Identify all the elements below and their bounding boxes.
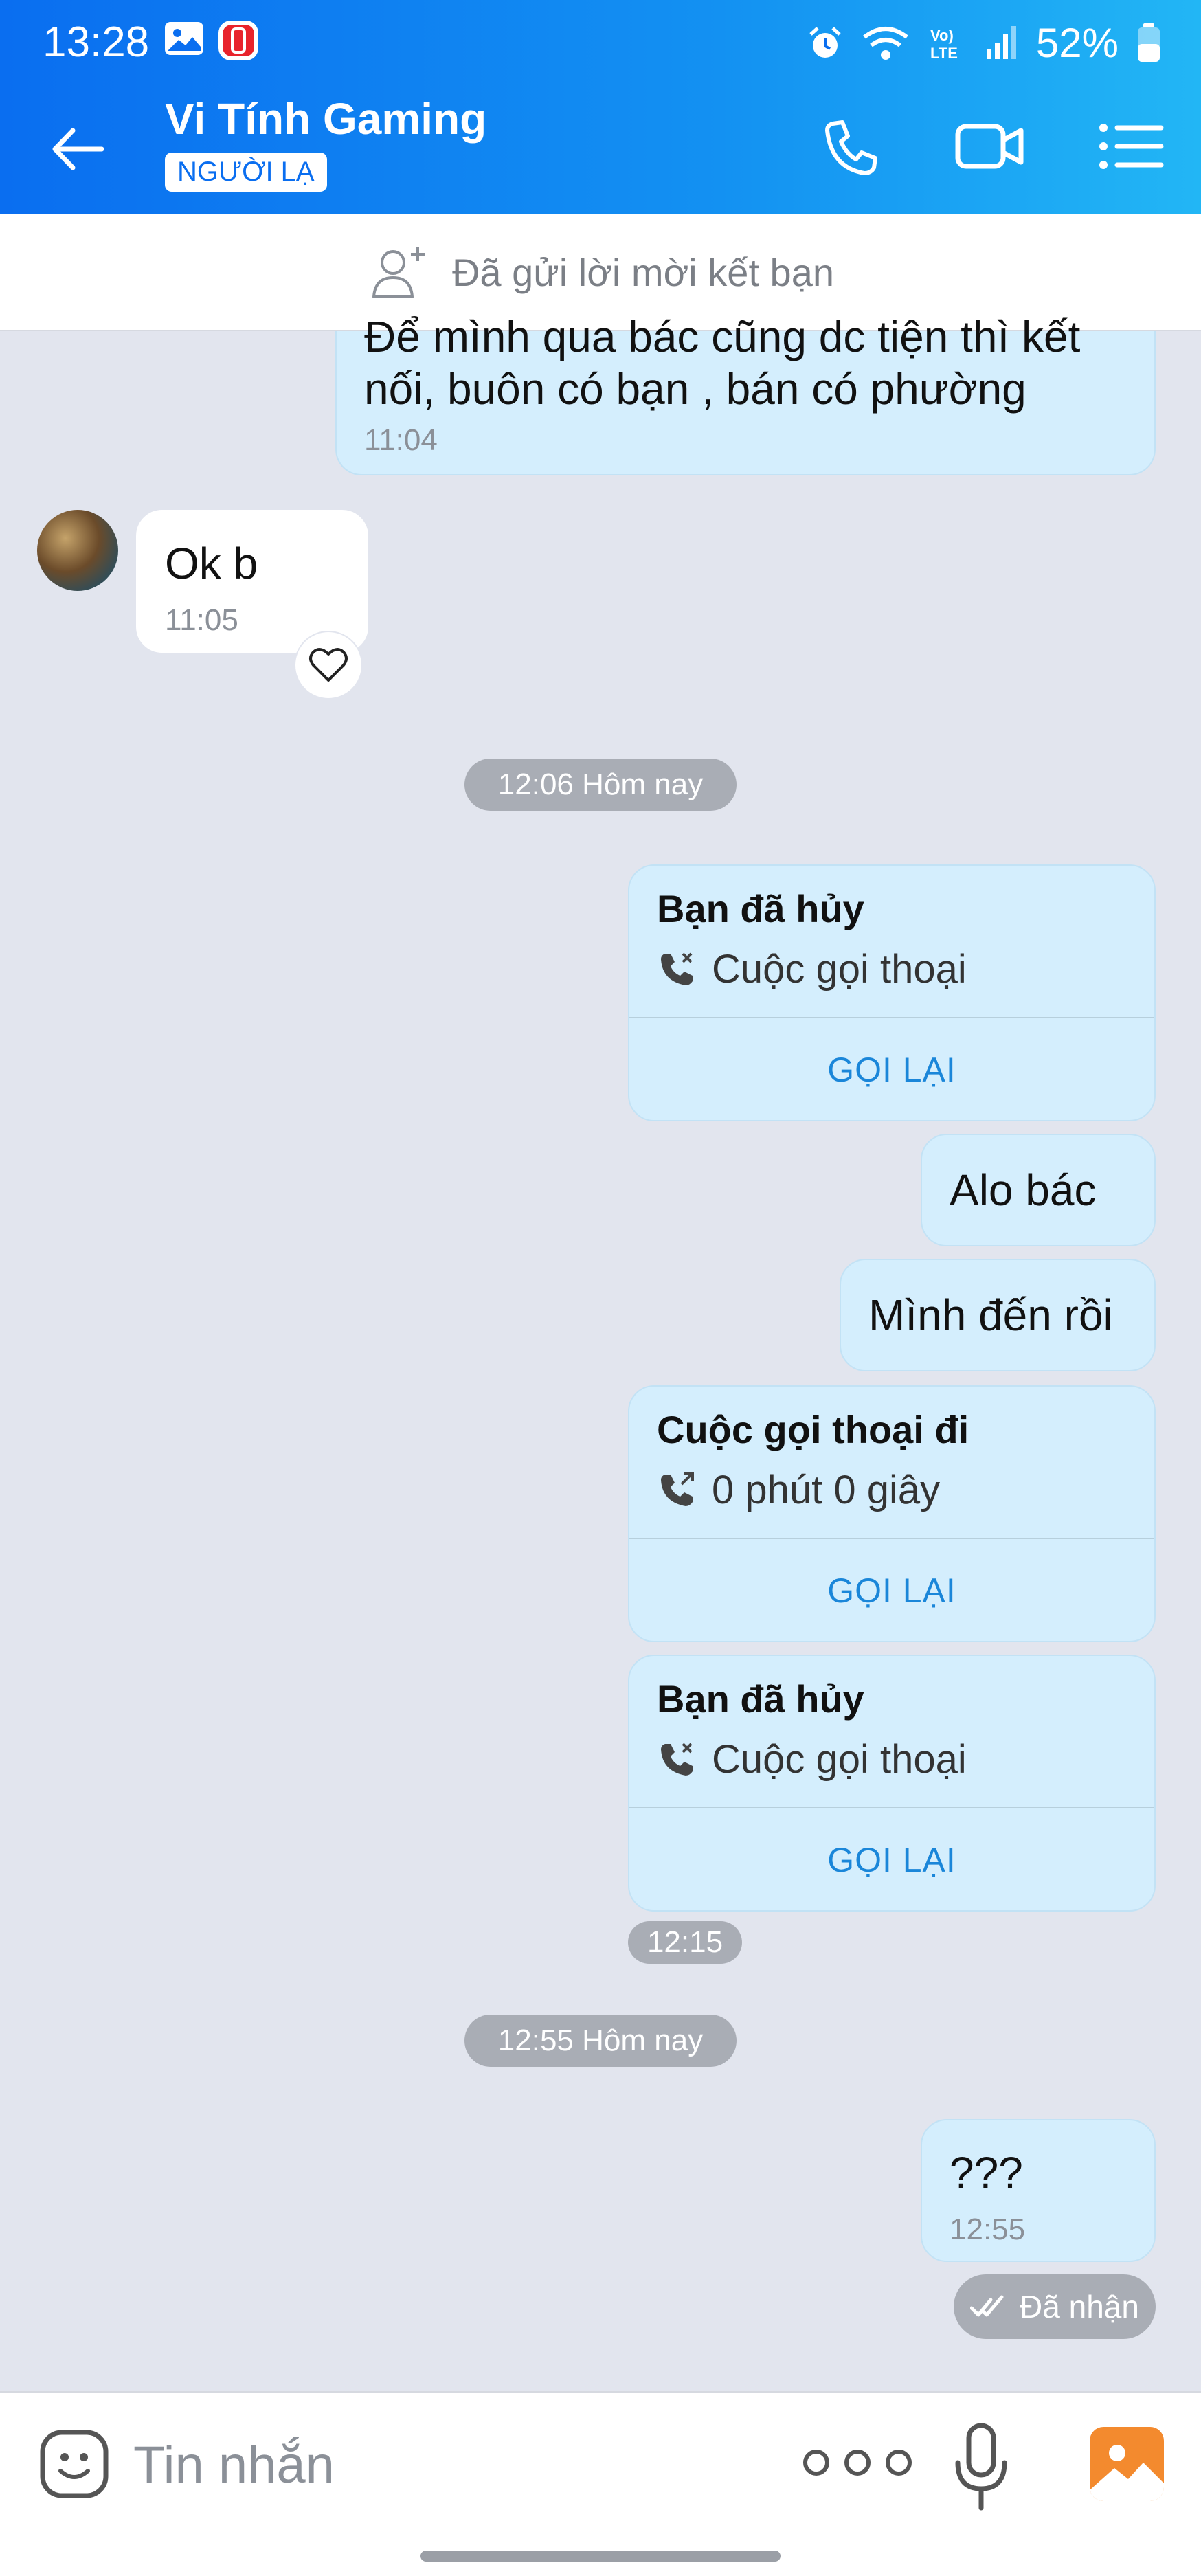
battery-percent: 52% — [1035, 20, 1119, 66]
call-detail: Cuộc gọi thoại — [712, 1737, 967, 1782]
date-separator: 12:55 Hôm nay — [464, 2015, 737, 2067]
message-text: Mình đến rồi — [868, 1290, 1113, 1340]
message-bubble-outgoing[interactable]: ??? 12:55 — [921, 2119, 1156, 2262]
call-back-button[interactable]: GỌI LẠI — [629, 1539, 1154, 1641]
delivery-status: Đã nhận — [954, 2274, 1156, 2339]
stranger-badge: NGƯỜI LẠ — [165, 153, 327, 192]
message-text: Để mình qua bác cũng dc tiện thì kết — [364, 312, 1081, 361]
missed-call-icon — [661, 1743, 693, 1776]
call-back-button[interactable]: GỌI LẠI — [629, 1018, 1154, 1120]
heart-icon — [309, 648, 348, 682]
call-title: Bạn đã hủy — [657, 1677, 864, 1721]
svg-text:Vo): Vo) — [930, 27, 954, 44]
menu-list-icon[interactable] — [1090, 109, 1172, 184]
call-card: Bạn đã hủy Cuộc gọi thoại GỌI LẠI — [628, 1655, 1156, 1912]
missed-call-icon — [661, 952, 693, 985]
svg-text:LTE: LTE — [930, 45, 958, 62]
avatar[interactable] — [37, 510, 118, 591]
message-input[interactable]: Tin nhắn — [133, 2435, 335, 2495]
delivery-status-text: Đã nhận — [1020, 2289, 1139, 2325]
app-notification-icon — [217, 19, 260, 65]
message-time: 11:04 — [364, 423, 438, 457]
voice-call-icon[interactable] — [811, 109, 893, 184]
emoji-sticker-icon[interactable] — [37, 2427, 111, 2501]
call-card: Cuộc gọi thoại đi 0 phút 0 giây GỌI LẠI — [628, 1385, 1156, 1642]
video-call-icon[interactable] — [948, 109, 1031, 184]
photo-gallery-icon[interactable] — [1090, 2427, 1164, 2501]
status-bar: 13:28 Vo) LTE 52% — [0, 0, 1201, 74]
status-time: 13:28 — [43, 19, 150, 66]
outgoing-call-icon — [661, 1471, 694, 1506]
contact-name[interactable]: Vi Tính Gaming — [165, 93, 486, 144]
message-bubble-outgoing[interactable]: Alo bác — [921, 1134, 1156, 1246]
message-text: ??? — [950, 2148, 1023, 2197]
message-bubble-outgoing[interactable]: Mình đến rồi — [840, 1259, 1156, 1371]
signal-icon — [986, 25, 1016, 59]
message-time: 11:05 — [165, 603, 238, 637]
message-text: Ok b — [165, 539, 258, 588]
date-separator: 12:06 Hôm nay — [464, 759, 737, 811]
more-options-icon[interactable] — [796, 2442, 919, 2483]
call-detail: Cuộc gọi thoại — [712, 947, 967, 992]
message-text: Alo bác — [950, 1165, 1097, 1215]
call-back-button[interactable]: GỌI LẠI — [629, 1808, 1154, 1910]
home-indicator[interactable] — [420, 2551, 781, 2562]
call-card: Bạn đã hủy Cuộc gọi thoại GỌI LẠI — [628, 864, 1156, 1121]
add-friend-icon — [372, 247, 425, 298]
battery-icon — [1138, 23, 1160, 62]
friend-request-text: Đã gửi lời mời kết bạn — [451, 250, 834, 294]
react-heart-button[interactable] — [294, 631, 363, 699]
call-title: Bạn đã hủy — [657, 887, 864, 930]
message-composer: Tin nhắn — [0, 2391, 1201, 2576]
message-text: nối, buôn có bạn , bán có phường — [364, 364, 1026, 414]
call-title: Cuộc gọi thoại đi — [657, 1408, 969, 1451]
volte-icon: Vo)LTE — [930, 27, 958, 62]
message-bubble-outgoing[interactable]: Để mình qua bác cũng dc tiện thì kết nối… — [335, 312, 1156, 475]
chat-header: 13:28 Vo) LTE 52% Vi Tính Gaming NGƯỜI LẠ — [0, 0, 1201, 214]
back-arrow-icon[interactable] — [40, 111, 115, 187]
alarm-icon — [809, 26, 841, 58]
gallery-notification-icon — [164, 19, 205, 61]
wifi-icon — [863, 26, 908, 60]
status-icons: Vo) LTE 52% — [807, 19, 1161, 67]
message-time: 12:55 — [950, 2213, 1026, 2246]
call-detail: 0 phút 0 giây — [712, 1468, 941, 1512]
message-time: 12:15 — [628, 1921, 742, 1964]
double-check-icon — [970, 2295, 1004, 2317]
microphone-icon[interactable] — [954, 2423, 1009, 2512]
